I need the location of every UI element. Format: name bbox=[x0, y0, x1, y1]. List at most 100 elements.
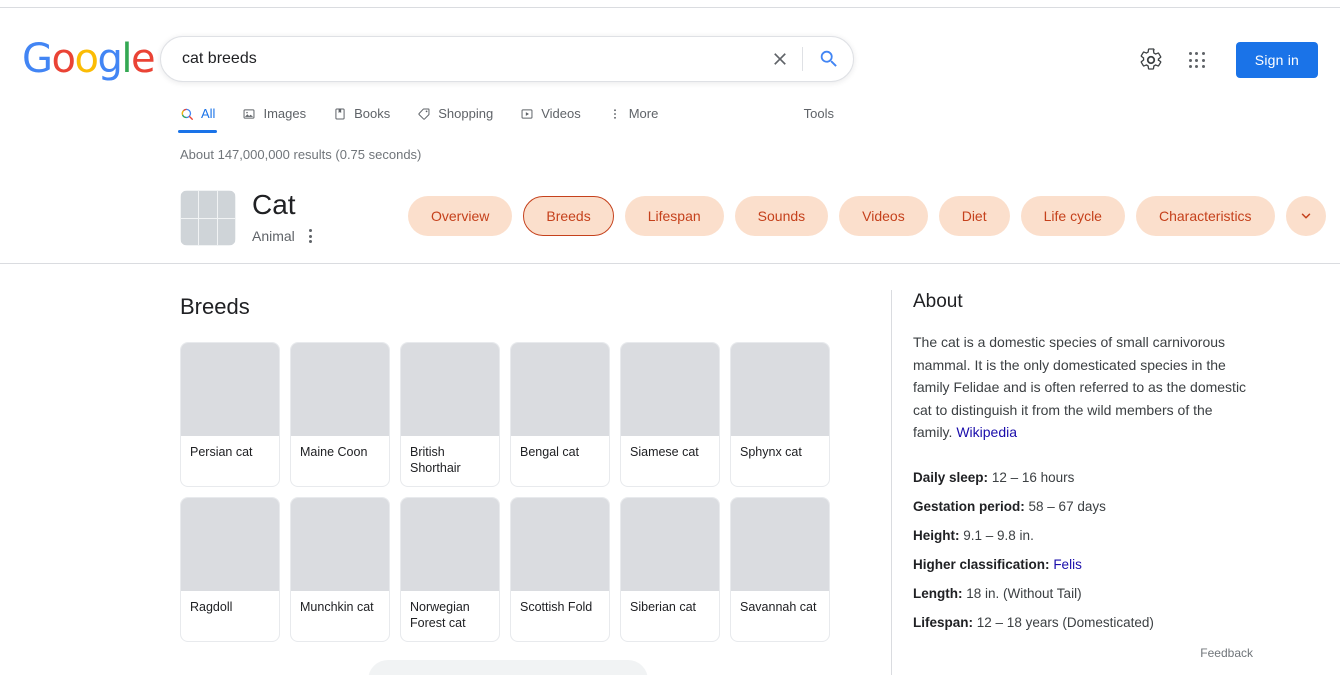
fact-row: Gestation period: 58 – 67 days bbox=[913, 492, 1291, 521]
breed-card[interactable]: Bengal cat bbox=[510, 342, 610, 487]
chip-sounds[interactable]: Sounds bbox=[735, 196, 828, 236]
tab-label: Books bbox=[354, 106, 390, 121]
breed-card[interactable]: Maine Coon bbox=[290, 342, 390, 487]
settings-button[interactable] bbox=[1128, 42, 1174, 78]
breed-card[interactable]: British Shorthair bbox=[400, 342, 500, 487]
tab-more[interactable]: More bbox=[608, 99, 659, 128]
breed-card[interactable]: Ragdoll bbox=[180, 497, 280, 642]
fact-label: Lifespan: bbox=[913, 615, 973, 630]
image-icon bbox=[242, 107, 256, 121]
breed-thumbnail bbox=[621, 343, 719, 436]
google-logo[interactable]: Google bbox=[22, 37, 154, 81]
logo-letter: o bbox=[74, 36, 97, 82]
tab-videos[interactable]: Videos bbox=[520, 99, 581, 128]
entity-overflow-button[interactable] bbox=[305, 226, 316, 246]
chip-overview[interactable]: Overview bbox=[408, 196, 512, 236]
breed-thumbnail bbox=[291, 498, 389, 591]
breed-thumbnail bbox=[511, 498, 609, 591]
fact-label: Higher classification: bbox=[913, 557, 1050, 572]
show-more-button[interactable] bbox=[368, 660, 648, 675]
entity-title: Cat bbox=[252, 188, 296, 222]
about-facts-list: Daily sleep: 12 – 16 hours Gestation per… bbox=[913, 463, 1291, 637]
breed-label: Bengal cat bbox=[511, 436, 609, 480]
tab-books[interactable]: Books bbox=[333, 99, 390, 128]
chip-more-button[interactable] bbox=[1286, 196, 1326, 236]
breed-card[interactable]: Savannah cat bbox=[730, 497, 830, 642]
tab-label: Images bbox=[263, 106, 306, 121]
breed-label: Munchkin cat bbox=[291, 591, 389, 635]
fact-value: 9.1 – 9.8 in. bbox=[963, 528, 1034, 543]
cat-thumbnail-collage[interactable] bbox=[180, 190, 236, 246]
breed-card[interactable]: Munchkin cat bbox=[290, 497, 390, 642]
logo-letter: G bbox=[22, 36, 52, 82]
breed-thumbnail bbox=[401, 498, 499, 591]
gear-icon bbox=[1139, 48, 1163, 72]
knowledge-chip-row: Overview Breeds Lifespan Sounds Videos D… bbox=[408, 196, 1326, 236]
breed-card[interactable]: Siamese cat bbox=[620, 342, 720, 487]
breed-thumbnail bbox=[731, 498, 829, 591]
fact-label: Height: bbox=[913, 528, 960, 543]
search-input[interactable] bbox=[161, 38, 760, 80]
chip-characteristics[interactable]: Characteristics bbox=[1136, 196, 1275, 236]
tab-all[interactable]: All bbox=[180, 99, 215, 128]
results-count: About 147,000,000 results (0.75 seconds) bbox=[180, 147, 421, 162]
breed-thumbnail bbox=[621, 498, 719, 591]
breed-label: Ragdoll bbox=[181, 591, 279, 635]
close-icon bbox=[770, 49, 790, 69]
fact-value: 58 – 67 days bbox=[1029, 499, 1106, 514]
chip-life-cycle[interactable]: Life cycle bbox=[1021, 196, 1125, 236]
breed-card[interactable]: Sphynx cat bbox=[730, 342, 830, 487]
breeds-section: Breeds Persian cat Maine Coon British Sh… bbox=[180, 293, 860, 642]
breed-card[interactable]: Siberian cat bbox=[620, 497, 720, 642]
tab-shopping[interactable]: Shopping bbox=[417, 99, 493, 128]
breed-thumbnail bbox=[511, 343, 609, 436]
knowledge-panel-header: Cat Animal Overview Breeds Lifespan Soun… bbox=[0, 182, 1340, 263]
breed-label: Maine Coon bbox=[291, 436, 389, 480]
fact-label: Daily sleep: bbox=[913, 470, 988, 485]
entity-subtitle-row: Animal bbox=[252, 226, 316, 246]
breed-card[interactable]: Scottish Fold bbox=[510, 497, 610, 642]
fact-value: 18 in. (Without Tail) bbox=[966, 586, 1081, 601]
about-heading: About bbox=[913, 290, 1291, 314]
overflow-dots-icon bbox=[608, 107, 622, 121]
search-icon bbox=[818, 48, 840, 70]
search-bar bbox=[160, 36, 854, 82]
tab-label: More bbox=[629, 106, 659, 121]
clear-search-button[interactable] bbox=[760, 37, 800, 81]
breed-label: British Shorthair bbox=[401, 436, 499, 486]
fact-value-link[interactable]: Felis bbox=[1053, 557, 1082, 572]
results-body: Breeds Persian cat Maine Coon British Sh… bbox=[0, 264, 1340, 675]
chip-videos[interactable]: Videos bbox=[839, 196, 928, 236]
wikipedia-link[interactable]: Wikipedia bbox=[956, 424, 1017, 440]
book-icon bbox=[333, 107, 347, 121]
fact-row: Higher classification: Felis bbox=[913, 550, 1291, 579]
chevron-down-icon bbox=[1299, 209, 1313, 223]
tag-icon bbox=[417, 107, 431, 121]
apps-grid-icon bbox=[1189, 52, 1205, 68]
breed-label: Persian cat bbox=[181, 436, 279, 480]
tab-label: Shopping bbox=[438, 106, 493, 121]
chip-diet[interactable]: Diet bbox=[939, 196, 1010, 236]
breed-thumbnail bbox=[731, 343, 829, 436]
search-submit-button[interactable] bbox=[805, 37, 853, 81]
breeds-heading: Breeds bbox=[180, 293, 860, 321]
sign-in-button[interactable]: Sign in bbox=[1236, 42, 1318, 78]
breed-label: Scottish Fold bbox=[511, 591, 609, 635]
feedback-link[interactable]: Feedback bbox=[913, 646, 1291, 660]
breed-label: Siamese cat bbox=[621, 436, 719, 480]
logo-letter: l bbox=[121, 36, 131, 82]
tab-images[interactable]: Images bbox=[242, 99, 306, 128]
page-header: Google bbox=[0, 8, 1340, 93]
chip-breeds[interactable]: Breeds bbox=[523, 196, 613, 236]
about-panel: About The cat is a domestic species of s… bbox=[891, 290, 1291, 675]
google-apps-button[interactable] bbox=[1174, 42, 1220, 78]
search-icon bbox=[180, 107, 194, 121]
tab-label: All bbox=[201, 106, 215, 121]
breed-card[interactable]: Norwegian Forest cat bbox=[400, 497, 500, 642]
tools-button[interactable]: Tools bbox=[804, 99, 834, 128]
chip-lifespan[interactable]: Lifespan bbox=[625, 196, 724, 236]
fact-value: 12 – 18 years (Domesticated) bbox=[977, 615, 1154, 630]
fact-label: Length: bbox=[913, 586, 963, 601]
tab-label: Videos bbox=[541, 106, 581, 121]
breed-card[interactable]: Persian cat bbox=[180, 342, 280, 487]
